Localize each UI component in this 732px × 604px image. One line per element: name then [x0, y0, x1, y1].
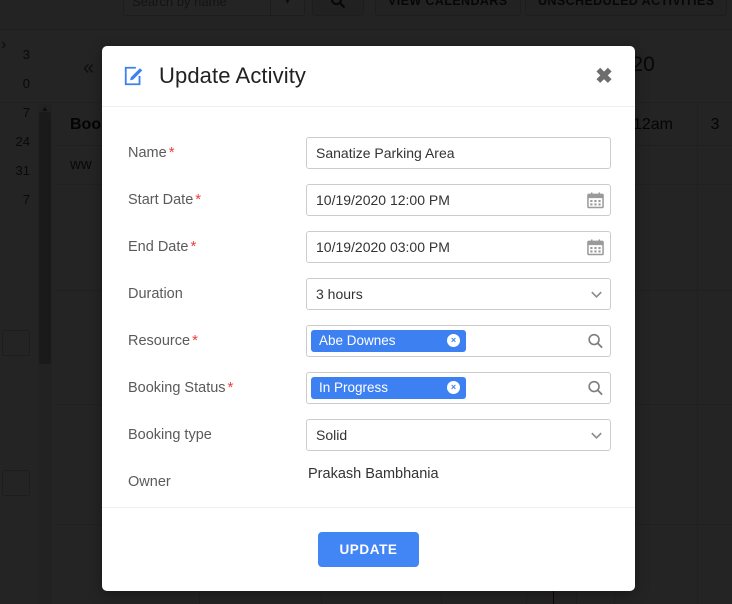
- app-root: Search by name ▾ VIEW CALENDARS UNSCHEDU…: [0, 0, 732, 604]
- start-date-label: Start Date *: [128, 191, 306, 208]
- name-input[interactable]: [306, 136, 611, 169]
- form-row-duration: Duration: [128, 270, 611, 317]
- close-icon[interactable]: ×: [447, 381, 460, 394]
- start-date-input[interactable]: [306, 183, 611, 216]
- modal-footer: UPDATE: [102, 507, 635, 591]
- close-icon[interactable]: ×: [447, 334, 460, 347]
- booking-type-label: Booking type: [128, 426, 306, 443]
- required-marker: *: [192, 332, 198, 349]
- booking-type-select[interactable]: [306, 418, 611, 451]
- booking-status-label-text: Booking Status: [128, 380, 226, 396]
- resource-field-wrap: Abe Downes ×: [306, 324, 611, 357]
- duration-label-text: Duration: [128, 286, 183, 302]
- end-date-label: End Date *: [128, 238, 306, 255]
- duration-field-wrap: [306, 277, 611, 310]
- form-row-booking-type: Booking type: [128, 411, 611, 458]
- search-icon[interactable]: [587, 332, 604, 349]
- name-field-wrap: [306, 136, 611, 169]
- edit-square-icon: [122, 64, 146, 88]
- page-title: Update Activity: [159, 63, 307, 88]
- owner-value: Prakash Bambhania: [308, 465, 439, 482]
- name-label: Name *: [128, 144, 306, 161]
- booking-status-chip-label: In Progress: [319, 380, 389, 395]
- form-row-name: Name *: [128, 129, 611, 176]
- booking-type-label-text: Booking type: [128, 427, 212, 443]
- resource-label-text: Resource: [128, 333, 191, 349]
- form-row-end-date: End Date *: [128, 223, 611, 270]
- owner-field-wrap: Prakash Bambhania: [306, 466, 611, 498]
- booking-status-lookup-input[interactable]: In Progress ×: [306, 371, 611, 404]
- booking-status-field-wrap: In Progress ×: [306, 371, 611, 404]
- end-date-label-text: End Date: [128, 239, 189, 255]
- name-label-text: Name: [128, 145, 167, 161]
- booking-status-label: Booking Status *: [128, 379, 306, 396]
- resource-chip[interactable]: Abe Downes ×: [311, 329, 466, 352]
- booking-type-field-wrap: [306, 418, 611, 451]
- modal-body: Name* Start Date*: [102, 107, 635, 507]
- resource-chip-label: Abe Downes: [319, 333, 396, 348]
- end-date-field-wrap: [306, 230, 611, 263]
- required-marker: *: [227, 379, 234, 396]
- calendar-icon[interactable]: [587, 238, 604, 255]
- start-date-field-wrap: [306, 183, 611, 216]
- update-button[interactable]: UPDATE: [318, 532, 419, 567]
- form-row-owner: Owner Prakash Bambhania: [128, 458, 609, 505]
- modal-header: Update Activity ✖: [102, 46, 635, 107]
- required-marker: *: [195, 191, 202, 208]
- form-row-booking-status: Booking Status * In Progress ×: [128, 364, 611, 411]
- search-icon[interactable]: [587, 379, 604, 396]
- owner-label-text: Owner: [128, 474, 171, 490]
- duration-select[interactable]: [306, 277, 611, 310]
- duration-label: Duration: [128, 285, 306, 302]
- form-row-resource: Resource * Abe Downes ×: [128, 317, 611, 364]
- calendar-icon[interactable]: [587, 191, 604, 208]
- booking-status-chip[interactable]: In Progress ×: [311, 376, 466, 399]
- required-marker: *: [168, 144, 175, 161]
- start-date-label-text: Start Date: [128, 192, 194, 208]
- owner-label: Owner: [128, 473, 306, 490]
- required-marker: *: [190, 238, 197, 255]
- resource-lookup-input[interactable]: Abe Downes ×: [306, 324, 611, 357]
- end-date-input[interactable]: [306, 230, 611, 263]
- form-row-start-date: Start Date *: [128, 176, 611, 223]
- close-icon[interactable]: ✖: [591, 63, 617, 89]
- update-activity-modal: Update Activity ✖ Name* Start Date*: [102, 46, 635, 591]
- resource-label: Resource *: [128, 332, 306, 349]
